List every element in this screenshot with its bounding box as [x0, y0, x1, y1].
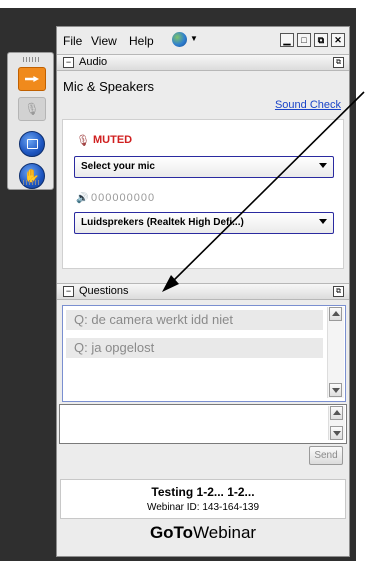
speaker-level-meter: 000000000 — [91, 192, 156, 204]
popout-audio-icon[interactable]: ⧉ — [333, 57, 344, 68]
menu-view[interactable]: View — [91, 34, 117, 48]
mute-status: MUTED — [93, 134, 133, 146]
grip-handle-top[interactable] — [23, 57, 39, 62]
popout-button[interactable]: ⧉ — [314, 33, 328, 47]
screen-share-icon[interactable] — [19, 131, 45, 157]
webinar-title: Testing 1-2... 1-2... — [151, 485, 255, 499]
menu-help[interactable]: Help — [129, 34, 154, 48]
audio-mode-label: Mic & Speakers — [63, 79, 155, 94]
menu-file[interactable]: File — [63, 34, 82, 48]
scroll-up-button[interactable] — [330, 406, 343, 420]
audio-section-title: Audio — [79, 56, 108, 68]
brand-bold: GoTo — [149, 523, 194, 542]
maximize-button[interactable]: □ — [297, 33, 311, 47]
microphone-icon[interactable]: 🎙 — [18, 97, 46, 121]
arrow-right-icon[interactable] — [18, 67, 46, 91]
speaker-icon: 🔊 — [76, 193, 89, 204]
control-panel: File View Help ▼ ▁ □ ⧉ ✕ − Audio ⧉ Mic &… — [56, 26, 350, 557]
grip-handle-bottom[interactable] — [23, 180, 39, 185]
questions-section-title: Questions — [79, 285, 129, 297]
sound-check-link[interactable]: Sound Check — [275, 99, 341, 111]
menu-bar: File View Help ▼ ▁ □ ⧉ ✕ — [57, 27, 349, 53]
questions-section-header[interactable]: − Questions ⧉ — [57, 283, 349, 300]
input-scrollbar[interactable] — [328, 406, 345, 440]
muted-microphone-icon: 🎙 — [76, 135, 90, 147]
raise-hand-icon[interactable]: ✋ — [19, 163, 45, 189]
chevron-down-icon — [319, 219, 327, 224]
collapse-audio-button[interactable]: − — [63, 57, 74, 68]
audio-settings-box: 🎙 MUTED Select your mic 🔊 000000000 Luid… — [62, 119, 344, 269]
question-input[interactable] — [59, 404, 347, 444]
mic-select-value: Select your mic — [81, 161, 155, 172]
send-button[interactable]: Send — [309, 446, 343, 465]
gotowebinar-logo: GoToWebinar — [57, 523, 349, 543]
window-buttons: ▁ □ ⧉ ✕ — [280, 33, 345, 47]
grab-tab[interactable]: 🎙 ✋ — [7, 52, 54, 190]
chevron-down-icon[interactable]: ▼ — [190, 34, 198, 43]
webinar-info: Testing 1-2... 1-2... Webinar ID: 143-16… — [60, 479, 346, 519]
scroll-down-button[interactable] — [329, 383, 342, 397]
chevron-down-icon — [319, 163, 327, 168]
minimize-button[interactable]: ▁ — [280, 33, 294, 47]
globe-icon[interactable] — [172, 32, 187, 47]
webinar-id: Webinar ID: 143-164-139 — [146, 502, 260, 513]
audio-section-header[interactable]: − Audio ⧉ — [57, 54, 349, 71]
collapse-questions-button[interactable]: − — [63, 286, 74, 297]
question-item[interactable]: Q: ja opgelost — [66, 338, 323, 358]
mic-select[interactable]: Select your mic — [74, 156, 334, 178]
brand-light: Webinar — [193, 523, 257, 542]
scroll-up-button[interactable] — [329, 307, 342, 321]
speaker-select[interactable]: Luidsprekers (Realtek High Defi...) — [74, 212, 334, 234]
scroll-down-button[interactable] — [330, 426, 343, 440]
close-button[interactable]: ✕ — [331, 33, 345, 47]
question-item[interactable]: Q: de camera werkt idd niet — [66, 310, 323, 330]
popout-questions-icon[interactable]: ⧉ — [333, 286, 344, 297]
questions-scrollbar[interactable] — [327, 307, 344, 398]
speaker-select-value: Luidsprekers (Realtek High Defi...) — [81, 217, 244, 228]
questions-log[interactable]: Q: de camera werkt idd niet Q: ja opgelo… — [62, 305, 346, 402]
